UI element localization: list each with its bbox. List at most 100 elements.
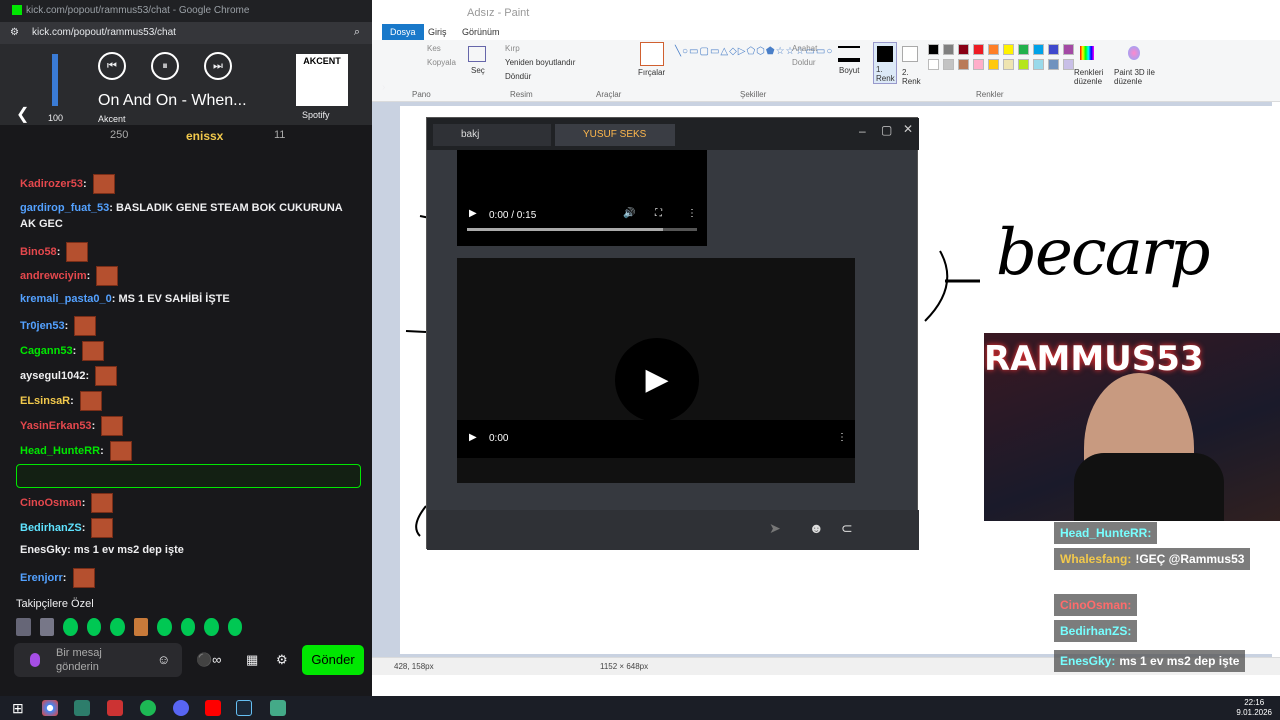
store-icon[interactable]: ▦	[246, 652, 258, 668]
palette-swatch[interactable]	[928, 44, 939, 55]
palette-swatch[interactable]	[1003, 44, 1014, 55]
paint3d-button[interactable]: Paint 3D ile düzenle	[1114, 68, 1158, 86]
windows-start-icon[interactable]: ⊞	[12, 700, 28, 716]
volume-icon[interactable]: 🔊	[623, 208, 635, 219]
bits-icon[interactable]: ⚫∞	[196, 652, 221, 668]
edit-colors-icon[interactable]	[1080, 46, 1094, 60]
palette-swatch[interactable]	[973, 44, 984, 55]
zoom-icon[interactable]: ⌕	[354, 26, 360, 39]
big-play-icon[interactable]: ▶	[615, 338, 699, 422]
chat-username[interactable]: BedirhanZS	[20, 522, 82, 534]
size-icon[interactable]	[838, 46, 860, 62]
chat-username[interactable]: kremali_pasta0_0	[20, 293, 112, 305]
palette-swatch[interactable]	[1063, 59, 1074, 70]
emote-9[interactable]	[204, 618, 219, 636]
palette-swatch[interactable]	[943, 44, 954, 55]
palette-swatch[interactable]	[1018, 44, 1029, 55]
emoji-icon-discord[interactable]: ☻	[809, 520, 824, 536]
tab-bakj[interactable]: bakj	[433, 124, 551, 146]
color2-swatch[interactable]	[902, 46, 918, 62]
tab-giris[interactable]: Giriş	[420, 24, 455, 40]
youtube-icon[interactable]	[205, 700, 221, 716]
previous-button[interactable]: ⏮	[98, 52, 126, 80]
fill-button[interactable]: Doldur	[792, 58, 816, 67]
emote-5[interactable]	[110, 618, 125, 636]
emote-3[interactable]	[63, 618, 78, 636]
palette-swatch[interactable]	[1048, 44, 1059, 55]
cut-button[interactable]: Kes	[427, 44, 441, 53]
paint3d-icon[interactable]	[1128, 46, 1140, 60]
tab-gorunum[interactable]: Görünüm	[454, 24, 508, 40]
spotify-icon[interactable]	[140, 700, 156, 716]
chat-username[interactable]: Bino58	[20, 246, 57, 258]
chat-username[interactable]: gardirop_fuat_53	[20, 202, 109, 214]
palette-swatch[interactable]	[958, 44, 969, 55]
chrome-address-bar[interactable]: ⚙ kick.com/popout/rammus53/chat ⌕	[0, 22, 372, 44]
palette-swatch[interactable]	[988, 59, 999, 70]
chevron-right-icon[interactable]: ›	[382, 82, 385, 93]
mic-icon[interactable]	[30, 653, 40, 667]
tab-yusuf[interactable]: YUSUF SEKS	[555, 124, 675, 146]
back-icon[interactable]: ❮	[16, 104, 29, 124]
fullscreen-icon[interactable]: ⛶	[655, 208, 662, 219]
palette-swatch[interactable]	[1003, 59, 1014, 70]
outline-button[interactable]: Anahat	[792, 44, 817, 53]
emote-row[interactable]	[16, 618, 246, 636]
chat-username[interactable]: EnesGky	[20, 544, 67, 556]
send-button[interactable]: Gönder	[302, 645, 364, 675]
play-icon[interactable]: ▶	[469, 208, 477, 219]
resize-button[interactable]: Yeniden boyutlandır	[505, 58, 575, 67]
brushes-button[interactable]: Fırçalar	[638, 68, 665, 77]
attach-icon[interactable]: ⊂	[841, 520, 853, 537]
copy-button[interactable]: Kopyala	[427, 58, 456, 67]
palette-swatch[interactable]	[1033, 59, 1044, 70]
app-icon-2[interactable]	[107, 700, 123, 716]
color-palette[interactable]	[928, 44, 1078, 74]
send-arrow-icon[interactable]: ➤	[769, 520, 781, 537]
settings-icon[interactable]: ⚙	[10, 27, 19, 38]
chat-username[interactable]: Head_HunteRR	[20, 445, 100, 457]
emote-4[interactable]	[86, 618, 101, 636]
more-icon[interactable]: ⋮	[687, 208, 697, 219]
palette-swatch[interactable]	[943, 59, 954, 70]
emote-6[interactable]	[133, 618, 148, 636]
emote-10[interactable]	[227, 618, 242, 636]
select-icon[interactable]	[468, 46, 486, 62]
shapes-gallery[interactable]: ╲○▭▢▭△◇▷⬠⬡⬟☆☆☆▭▭○	[675, 46, 832, 82]
more-icon-2[interactable]: ⋮	[837, 432, 847, 443]
palette-swatch[interactable]	[1018, 59, 1029, 70]
discord-icon[interactable]	[173, 700, 189, 716]
palette-swatch[interactable]	[988, 44, 999, 55]
next-button[interactable]: ⏭	[204, 52, 232, 80]
crop-button[interactable]: Kırp	[505, 44, 520, 53]
chat-username[interactable]: aysegul1042	[20, 370, 85, 382]
video1-progress[interactable]	[467, 228, 697, 231]
chat-username[interactable]: YasinErkan53	[20, 420, 92, 432]
rotate-button[interactable]: Döndür	[505, 72, 531, 81]
discord-input-bar[interactable]: ➤ ☻ ⊂	[427, 510, 919, 550]
select-button[interactable]: Seç	[471, 66, 485, 75]
chat-username[interactable]: Cagann53	[20, 345, 73, 357]
emote-1[interactable]	[16, 618, 31, 636]
steam-icon[interactable]	[236, 700, 252, 716]
emote-7[interactable]	[157, 618, 172, 636]
color1-button[interactable]: 1. Renk	[873, 42, 897, 84]
emote-2[interactable]	[39, 618, 54, 636]
chat-username[interactable]: Erenjorr	[20, 572, 63, 584]
video-player-1[interactable]: ▶ 0:00 / 0:15 🔊 ⛶ ⋮	[457, 150, 707, 246]
palette-swatch[interactable]	[958, 59, 969, 70]
chat-username[interactable]: andrewciyim	[20, 270, 87, 282]
palette-swatch[interactable]	[973, 59, 984, 70]
emote-8[interactable]	[180, 618, 195, 636]
paint-taskbar-icon[interactable]	[270, 700, 286, 716]
system-clock[interactable]: 22:16 9.01.2026	[1236, 698, 1272, 718]
pause-button[interactable]: ⏸	[151, 52, 179, 80]
chat-username[interactable]: Tr0jen53	[20, 320, 65, 332]
input-placeholder[interactable]: Bir mesaj gönderin	[56, 646, 146, 674]
emoji-icon[interactable]: ☺	[157, 652, 170, 667]
maximize-icon[interactable]: ▢	[881, 123, 892, 137]
close-icon[interactable]: ✕	[903, 122, 913, 136]
edit-colors-button[interactable]: Renkleri düzenle	[1074, 68, 1110, 86]
tab-dosya[interactable]: Dosya	[382, 24, 424, 40]
minimize-icon[interactable]: –	[859, 124, 866, 138]
